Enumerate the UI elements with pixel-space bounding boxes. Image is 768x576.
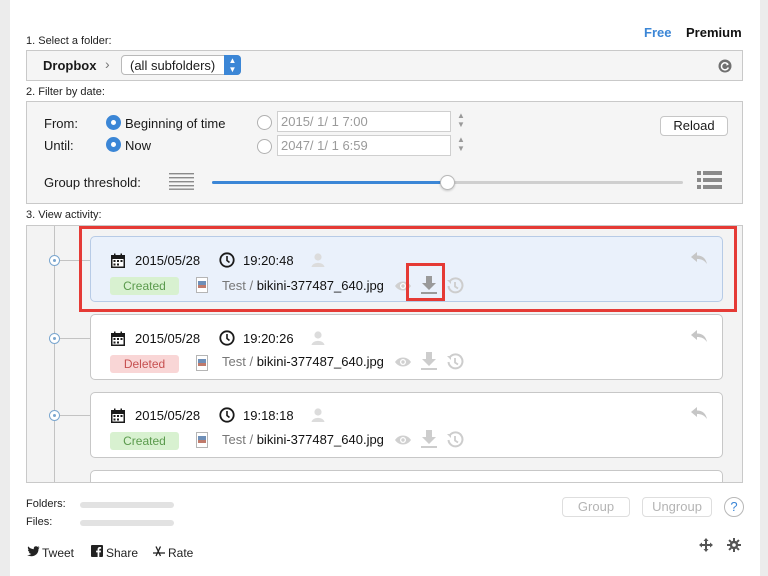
subfolder-select[interactable]: (all subfolders) ▲ ▼ (121, 55, 241, 75)
until-now-label[interactable]: Now (125, 138, 151, 153)
plan-free-link[interactable]: Free (644, 25, 671, 40)
folder-panel: Dropbox › (all subfolders) ▲ ▼ (26, 50, 743, 81)
download-icon[interactable] (420, 429, 438, 448)
twitter-icon[interactable] (27, 546, 40, 557)
activity-folder: Test / (222, 354, 254, 369)
activity-path: Test / bikini-377487_640.jpg (222, 432, 384, 447)
until-date-field[interactable]: 2047/ 1/ 1 6:59 (277, 135, 451, 156)
folder-root-label[interactable]: Dropbox (43, 58, 96, 73)
revert-arrow-icon[interactable] (689, 405, 709, 421)
status-badge: Deleted (110, 355, 179, 373)
activity-date: 2015/05/28 (135, 331, 201, 346)
user-icon (311, 408, 325, 422)
eye-icon[interactable] (394, 434, 412, 446)
calendar-icon (111, 408, 125, 423)
until-now-radio[interactable] (106, 137, 121, 152)
files-progress-bar (80, 520, 174, 526)
section-view-activity-label: 3. View activity: (26, 209, 102, 221)
folders-progress-bar (80, 502, 174, 508)
history-icon[interactable] (446, 431, 464, 449)
from-beginning-radio[interactable] (106, 115, 121, 130)
rate-link[interactable]: Rate (168, 546, 193, 560)
until-date-stepper[interactable]: ▲ ▼ (456, 135, 466, 156)
activity-date: 2015/05/28 (135, 408, 201, 423)
move-icon[interactable] (699, 538, 713, 552)
folders-label: Folders: (26, 498, 66, 510)
clock-icon (219, 407, 235, 423)
until-date-radio[interactable] (257, 139, 272, 154)
subfolder-select-value: (all subfolders) (130, 58, 216, 73)
app-store-rate-icon[interactable] (152, 545, 166, 557)
activity-time: 19:18:18 (243, 408, 294, 423)
filter-panel: From: Until: Beginning of time Now 2015/… (26, 101, 743, 204)
select-arrows-icon: ▲ ▼ (224, 55, 241, 75)
tweet-link[interactable]: Tweet (42, 546, 74, 560)
gear-icon[interactable] (727, 538, 741, 552)
from-beginning-label[interactable]: Beginning of time (125, 116, 225, 131)
activity-item[interactable]: 2015/05/28 19:20:26 Deleted Test / bikin… (90, 314, 723, 380)
activity-item[interactable]: 2015/05/28 19:18:18 Created Test / bikin… (90, 392, 723, 458)
revert-arrow-icon[interactable] (689, 328, 709, 344)
calendar-icon (111, 331, 125, 346)
ungroup-button[interactable]: Ungroup (642, 497, 712, 517)
from-date-value: 2015/ 1/ 1 7:00 (281, 114, 368, 129)
download-button-highlight (406, 263, 445, 301)
image-file-icon (196, 432, 208, 448)
timeline-node (49, 255, 60, 266)
activity-path: Test / bikini-377487_640.jpg (222, 354, 384, 369)
from-date-stepper[interactable]: ▲ ▼ (456, 111, 466, 132)
timeline-node (49, 333, 60, 344)
group-threshold-label: Group threshold: (44, 175, 141, 190)
eye-icon[interactable] (394, 356, 412, 368)
history-icon[interactable] (446, 353, 464, 371)
from-date-radio[interactable] (257, 115, 272, 130)
until-date-value: 2047/ 1/ 1 6:59 (281, 138, 368, 153)
refresh-icon[interactable] (718, 59, 732, 73)
files-label: Files: (26, 516, 53, 528)
timeline-node (49, 410, 60, 421)
activity-filename: bikini-377487_640.jpg (256, 432, 384, 447)
help-button[interactable]: ? (724, 497, 744, 517)
facebook-icon[interactable] (91, 545, 103, 557)
app-window: Free Premium 1. Select a folder: Dropbox… (10, 0, 760, 576)
timeline-connector (60, 415, 90, 416)
list-compact-icon[interactable] (169, 172, 194, 190)
breadcrumb-chevron-icon: › (105, 56, 110, 72)
from-label: From: (44, 116, 78, 131)
section-select-folder-label: 1. Select a folder: (26, 35, 112, 47)
group-button[interactable]: Group (562, 497, 630, 517)
from-date-field[interactable]: 2015/ 1/ 1 7:00 (277, 111, 451, 132)
image-file-icon (196, 355, 208, 371)
download-icon[interactable] (420, 351, 438, 370)
threshold-slider-thumb[interactable] (439, 175, 455, 190)
section-filter-date-label: 2. Filter by date: (26, 86, 105, 98)
clock-icon (219, 330, 235, 346)
activity-item[interactable] (90, 470, 723, 482)
user-icon (311, 331, 325, 345)
timeline-connector (60, 338, 90, 339)
plan-premium-link[interactable]: Premium (686, 25, 742, 40)
until-label: Until: (44, 138, 74, 153)
share-link[interactable]: Share (106, 546, 138, 560)
list-expanded-icon[interactable] (697, 170, 722, 190)
status-badge: Created (110, 432, 179, 450)
activity-folder: Test / (222, 432, 254, 447)
activity-filename: bikini-377487_640.jpg (256, 354, 384, 369)
activity-time: 19:20:26 (243, 331, 294, 346)
reload-button[interactable]: Reload (660, 116, 728, 136)
threshold-slider-fill (212, 181, 448, 184)
